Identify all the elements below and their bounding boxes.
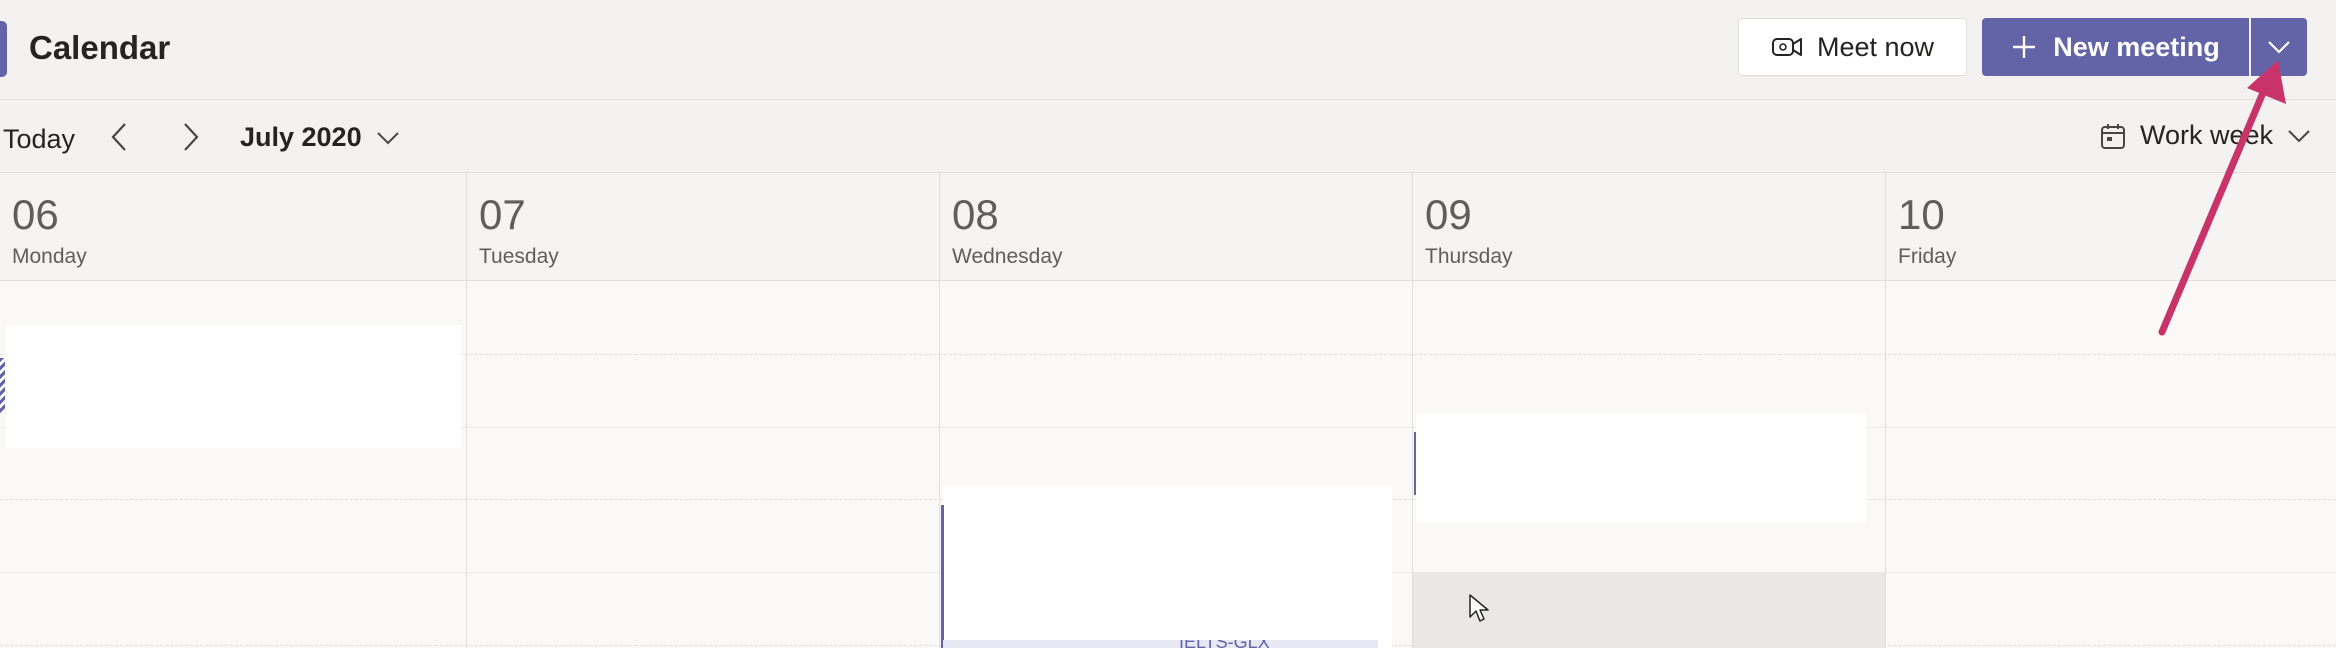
new-meeting-dropdown-button[interactable] (2251, 18, 2307, 76)
view-label: Work week (2140, 120, 2274, 150)
calendar-event[interactable] (943, 486, 1392, 648)
day-name: Monday (12, 245, 87, 268)
day-name: Thursday (1425, 245, 1513, 268)
day-header: 10 Friday (1886, 173, 2336, 281)
calendar-toolbar: Today July 2020 Work week (0, 100, 2336, 173)
new-meeting-button[interactable]: New meeting (1982, 18, 2249, 76)
calendar-grid: 06 Monday 07 Tuesday 08 Wednesday 09 Thu… (0, 173, 2336, 648)
chevron-down-icon (2287, 129, 2311, 143)
month-label: July 2020 (240, 122, 362, 152)
day-number: 06 (12, 191, 59, 238)
month-picker[interactable]: July 2020 (240, 122, 400, 153)
day-column-friday[interactable]: 10 Friday (1886, 173, 2336, 648)
calendar-event[interactable] (1416, 413, 1866, 523)
event-hatch-marker (0, 358, 5, 413)
meet-now-label: Meet now (1816, 31, 1935, 62)
meet-now-button[interactable]: Meet now (1738, 18, 1967, 76)
chevron-down-icon (2267, 39, 2291, 55)
day-header: 06 Monday (0, 173, 466, 281)
day-name: Friday (1898, 245, 1957, 268)
plus-icon (2011, 34, 2037, 60)
day-column-tuesday[interactable]: 07 Tuesday (467, 173, 940, 648)
chevron-down-icon (376, 131, 400, 145)
day-name: Tuesday (479, 245, 559, 268)
next-button[interactable] (176, 120, 206, 154)
new-meeting-label: New meeting (2053, 31, 2220, 62)
view-switcher[interactable]: Work week (2100, 120, 2311, 151)
day-name: Wednesday (952, 245, 1063, 268)
day-number: 08 (952, 191, 999, 238)
day-header: 08 Wednesday (940, 173, 1412, 281)
page-title: Calendar (29, 29, 171, 66)
event-accent-bar (941, 505, 944, 648)
day-number: 09 (1425, 191, 1472, 238)
chevron-left-icon (110, 122, 128, 152)
day-header: 07 Tuesday (467, 173, 939, 281)
today-button[interactable]: Today (3, 124, 75, 155)
event-title: IELTS-GLX (1179, 640, 1270, 648)
day-number: 10 (1898, 191, 1945, 238)
calendar-icon (2100, 122, 2126, 150)
event-accent-bar (1414, 432, 1416, 495)
app-accent-bar (0, 21, 7, 77)
calendar-event[interactable] (6, 325, 461, 448)
calendar-header: Calendar Meet now New meeting (0, 0, 2336, 100)
previous-button[interactable] (104, 120, 134, 154)
chevron-right-icon (182, 122, 200, 152)
day-number: 07 (479, 191, 526, 238)
mouse-cursor-icon (1468, 593, 1490, 623)
video-camera-icon (1771, 34, 1803, 60)
day-header: 09 Thursday (1413, 173, 1885, 281)
calendar-event-strip[interactable]: IELTS-GLX (943, 640, 1378, 648)
